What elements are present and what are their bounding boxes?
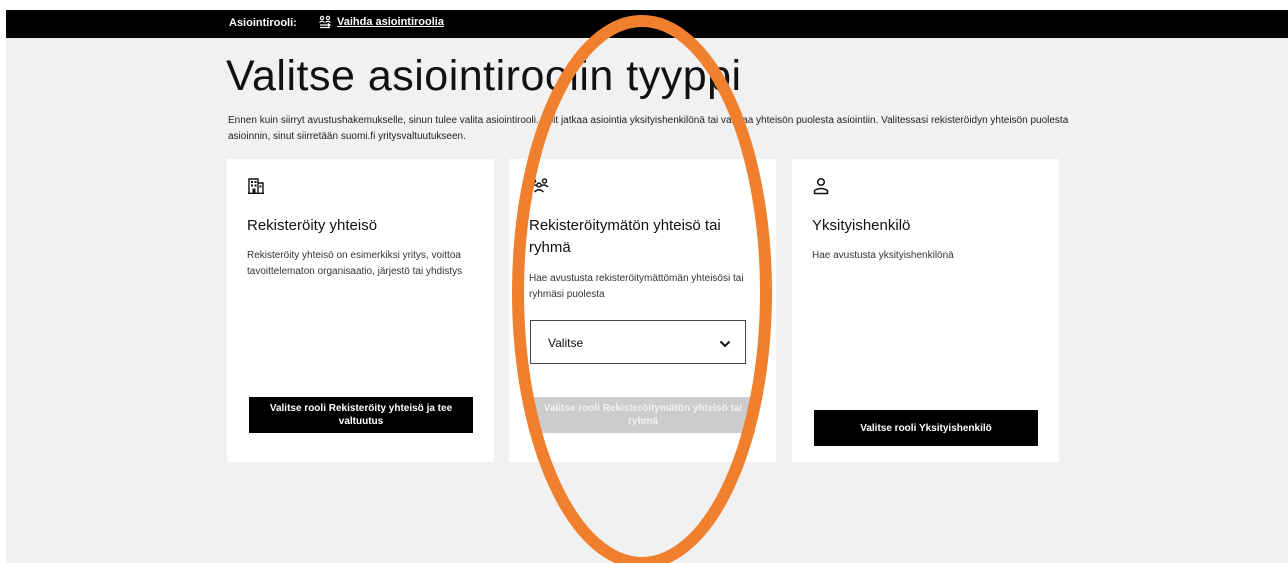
select-private-button[interactable]: Valitse rooli Yksityishenkilö xyxy=(814,410,1038,446)
intro-text: Ennen kuin siirryt avustushakemukselle, … xyxy=(228,115,1069,142)
switch-role-icon xyxy=(319,15,331,29)
building-icon xyxy=(247,177,265,200)
select-registered-button[interactable]: Valitse rooli Rekisteröity yhteisö ja te… xyxy=(249,397,473,433)
select-value: Valitse xyxy=(548,336,584,350)
switch-role-label: Vaihda asiointiroolia xyxy=(337,16,444,28)
card-unregistered: Rekisteröitymätön yhteisö tai ryhmä Hae … xyxy=(509,159,776,462)
card-description: Hae avustusta rekisteröitymättömän yhtei… xyxy=(529,273,744,300)
page-title: Valitse asiointiroolin tyyppi xyxy=(226,52,742,100)
page-frame: Asiointirooli: Vaihda asiointiroolia Val… xyxy=(6,10,1288,563)
card-description: Rekisteröity yhteisö on esimerkiksi yrit… xyxy=(247,250,463,277)
group-type-select[interactable]: Valitse xyxy=(530,320,746,364)
select-unregistered-button[interactable]: Valitse rooli Rekisteröitymätön yhteisö … xyxy=(531,397,755,433)
card-description: Hae avustusta yksityishenkilönä xyxy=(812,250,954,261)
group-icon xyxy=(529,177,549,200)
card-title: Yksityishenkilö xyxy=(812,217,911,234)
role-label: Asiointirooli: xyxy=(229,17,297,29)
card-private: Yksityishenkilö Hae avustusta yksityishe… xyxy=(792,159,1059,462)
card-registered: Rekisteröity yhteisö Rekisteröity yhteis… xyxy=(227,159,494,462)
person-icon xyxy=(812,177,830,200)
chevron-down-icon xyxy=(719,336,731,354)
top-bar: Asiointirooli: Vaihda asiointiroolia xyxy=(6,10,1288,38)
card-title: Rekisteröitymätön yhteisö tai ryhmä xyxy=(529,217,721,256)
switch-role-link[interactable]: Vaihda asiointiroolia xyxy=(318,15,444,29)
card-title: Rekisteröity yhteisö xyxy=(247,217,378,234)
